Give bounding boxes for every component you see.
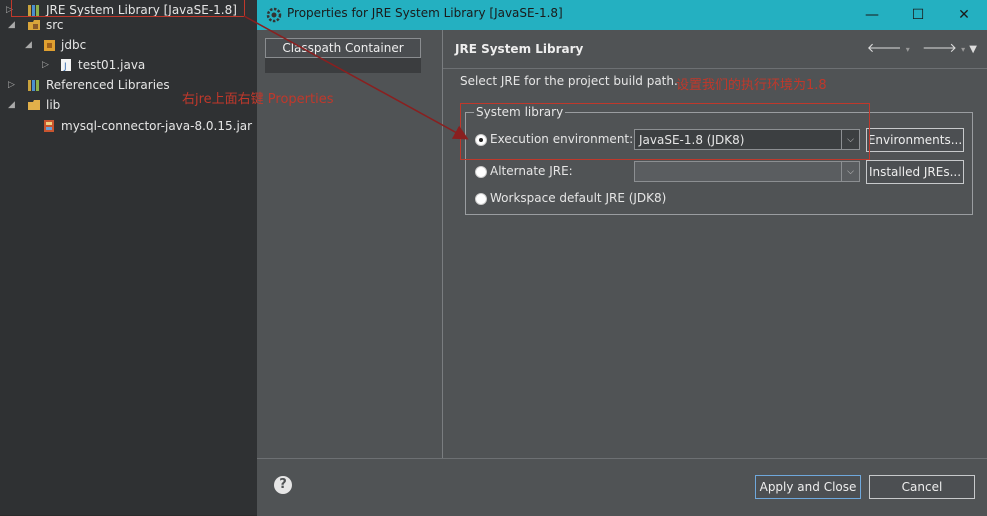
tree-item-label: jdbc — [61, 38, 87, 52]
chevron-right-icon[interactable]: ▷ — [42, 60, 52, 70]
close-icon[interactable]: ✕ — [941, 0, 987, 30]
java-file-icon: J — [59, 58, 73, 72]
tree-item-label: lib — [46, 98, 61, 112]
page-pane: JRE System Library 🡐 ▾ 🡒 ▾ ▼ Select JRE … — [443, 30, 987, 458]
alternate-jre-select[interactable]: ⌵ — [634, 161, 860, 182]
chevron-down-icon[interactable]: ⌵ — [841, 162, 859, 181]
alternate-jre-label: Alternate JRE: — [490, 164, 573, 178]
dialog-footer: ? Apply and Close Cancel — [257, 458, 987, 516]
dialog-title: Properties for JRE System Library [JavaS… — [287, 6, 563, 20]
forward-arrow-icon[interactable]: 🡒 — [922, 41, 957, 56]
page-description: Select JRE for the project build path. — [460, 74, 678, 88]
nav-item-classpath-container[interactable]: Classpath Container — [265, 38, 421, 58]
minimize-icon[interactable]: — — [849, 0, 895, 30]
svg-text:J: J — [63, 62, 67, 72]
chevron-down-icon[interactable]: ◢ — [8, 20, 18, 30]
package-explorer: ▷ JRE System Library [JavaSE-1.8] ◢ src … — [0, 0, 257, 515]
jar-icon — [42, 119, 56, 133]
highlight-box-jre-item — [11, 0, 245, 17]
back-dropdown-icon[interactable]: ▾ — [906, 45, 910, 54]
tree-item-label: mysql-connector-java-8.0.15.jar — [61, 119, 253, 133]
chevron-down-icon[interactable]: ◢ — [8, 100, 18, 110]
installed-jres-button[interactable]: Installed JREs... — [866, 160, 964, 184]
properties-dialog: Properties for JRE System Library [JavaS… — [257, 0, 987, 516]
environments-button[interactable]: Environments... — [866, 128, 964, 152]
folder-icon — [27, 98, 41, 112]
dialog-titlebar[interactable]: Properties for JRE System Library [JavaS… — [257, 0, 987, 30]
highlight-box-system-library — [460, 103, 870, 160]
tree-item-label: test01.java — [78, 58, 146, 72]
gear-icon — [266, 7, 282, 26]
library-icon — [27, 78, 41, 92]
tree-item-label: Referenced Libraries — [46, 78, 170, 92]
page-title: JRE System Library — [455, 42, 584, 56]
menu-chevron-down-icon[interactable]: ▼ — [969, 44, 977, 55]
annotation-right-click: 右jre上面右键 Properties — [182, 92, 334, 107]
workspace-default-radio[interactable] — [475, 193, 487, 205]
chevron-down-icon[interactable]: ◢ — [25, 40, 35, 50]
workspace-default-label: Workspace default JRE (JDK8) — [490, 191, 667, 205]
maximize-icon[interactable]: ☐ — [895, 0, 941, 30]
chevron-right-icon[interactable]: ▷ — [8, 80, 18, 90]
back-arrow-icon[interactable]: 🡐 — [867, 41, 902, 56]
alternate-jre-radio[interactable] — [475, 166, 487, 178]
annotation-set-env: 设置我们的执行环境为1.8 — [676, 78, 827, 93]
package-icon — [43, 38, 57, 52]
cancel-button[interactable]: Cancel — [869, 475, 975, 499]
help-icon[interactable]: ? — [274, 476, 292, 494]
nav-selection-bar — [265, 58, 421, 73]
package-folder-icon — [27, 18, 41, 32]
forward-dropdown-icon[interactable]: ▾ — [961, 45, 965, 54]
tree-item-label: src — [46, 18, 64, 32]
header-separator — [443, 68, 987, 69]
apply-and-close-button[interactable]: Apply and Close — [755, 475, 861, 499]
